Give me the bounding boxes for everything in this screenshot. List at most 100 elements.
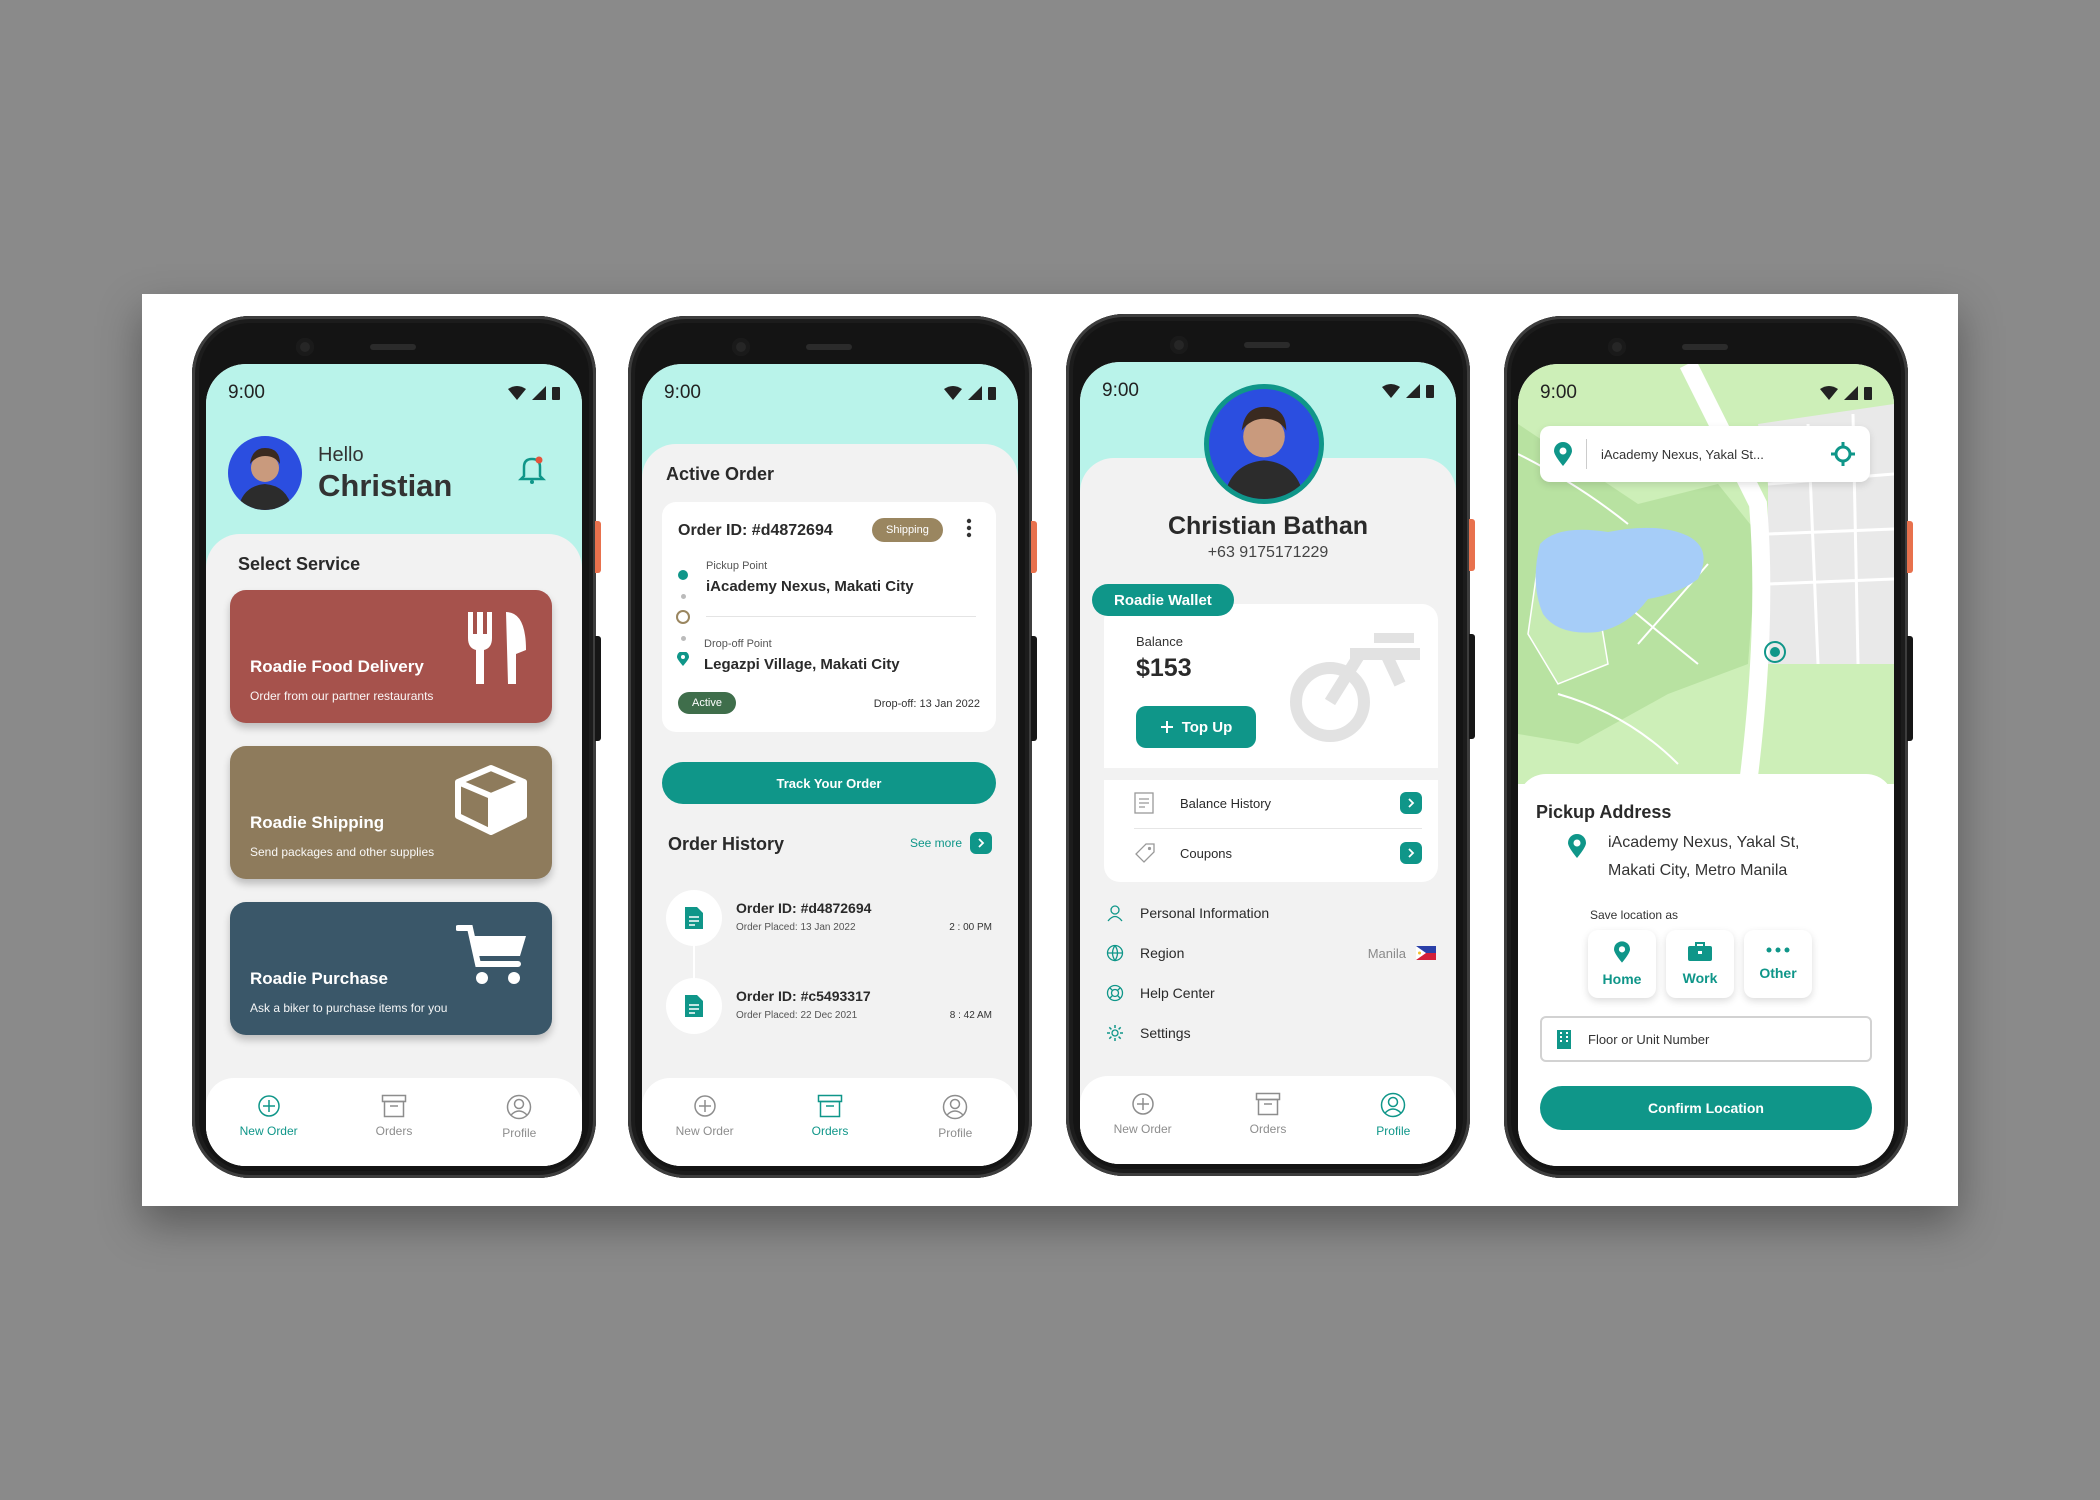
location-search-bar[interactable]: iAcademy Nexus, Yakal St... — [1540, 426, 1870, 482]
service-card-food[interactable]: Roadie Food Delivery Order from our part… — [230, 590, 552, 723]
service-subtitle: Send packages and other supplies — [250, 845, 435, 859]
document-icon — [666, 890, 722, 946]
menu-help-center[interactable]: Help Center — [1106, 984, 1436, 1002]
cart-icon — [456, 925, 526, 984]
nav-profile[interactable]: Profile — [910, 1094, 1000, 1166]
battery-icon — [1426, 385, 1434, 398]
pickup-dot-icon — [678, 570, 688, 580]
save-option-label: Other — [1759, 965, 1797, 981]
menu-label: Settings — [1140, 1025, 1191, 1041]
menu-region[interactable]: Region Manila — [1106, 944, 1436, 962]
lifebuoy-icon — [1106, 984, 1124, 1002]
save-option-label: Work — [1682, 970, 1718, 986]
status-badge: Shipping — [872, 518, 943, 542]
nav-orders[interactable]: Orders — [349, 1094, 439, 1166]
front-camera — [296, 338, 314, 356]
profile-name: Christian Bathan — [1167, 512, 1369, 540]
bell-icon[interactable] — [518, 454, 546, 484]
nav-new-order[interactable]: New Order — [660, 1094, 750, 1166]
service-card-shipping[interactable]: Roadie Shipping Send packages and other … — [230, 746, 552, 879]
nav-profile[interactable]: Profile — [1348, 1092, 1438, 1164]
bottom-nav: New Order Orders Profile — [206, 1078, 582, 1166]
home-screen: 9:00 Hello Christian Select Service Road… — [206, 364, 582, 1166]
map-pin-icon — [677, 652, 689, 666]
save-work-button[interactable]: Work — [1666, 930, 1734, 998]
address-line-1: iAcademy Nexus, Yakal St, — [1608, 834, 1800, 851]
service-title: Roadie Food Delivery — [250, 657, 424, 676]
wifi-icon — [1820, 386, 1838, 400]
section-title: Select Service — [238, 554, 361, 574]
floor-unit-field[interactable]: Floor or Unit Number — [1540, 1016, 1872, 1062]
menu-personal-info[interactable]: Personal Information — [1106, 904, 1436, 922]
wifi-icon — [508, 386, 526, 400]
more-horizontal-icon — [1766, 947, 1790, 953]
nav-new-order[interactable]: New Order — [224, 1094, 314, 1166]
orders-screen: 9:00 Active Order Order ID: #d4872694 Sh… — [642, 364, 1018, 1166]
dropoff-label: Drop-off Point — [704, 638, 772, 650]
location-screen: 9:00 iAcademy Nexus, Yakal St... Pickup … — [1518, 364, 1894, 1166]
front-camera — [1170, 336, 1188, 354]
order-id: Order ID: #d4872694 — [678, 522, 833, 539]
menu-label: Region — [1140, 945, 1185, 961]
status-time: 9:00 — [228, 382, 265, 403]
balance-history-link[interactable]: Balance History — [1134, 792, 1422, 814]
nav-new-order[interactable]: New Order — [1098, 1092, 1188, 1164]
wallet-tab[interactable]: Roadie Wallet — [1092, 584, 1234, 616]
service-card-purchase[interactable]: Roadie Purchase Ask a biker to purchase … — [230, 902, 552, 1035]
track-order-button[interactable]: Track Your Order — [662, 762, 996, 804]
nav-orders[interactable]: Orders — [1223, 1092, 1313, 1164]
nav-label: Profile — [938, 1126, 973, 1140]
bottom-nav: New Order Orders Profile — [642, 1078, 1018, 1166]
history-item[interactable]: Order ID: #d4872694 Order Placed: 13 Jan… — [666, 890, 996, 954]
tag-icon — [1135, 843, 1155, 863]
service-subtitle: Order from our partner restaurants — [250, 689, 434, 703]
save-home-button[interactable]: Home — [1588, 930, 1656, 998]
see-more-link[interactable]: See more — [910, 832, 993, 854]
floor-unit-placeholder: Floor or Unit Number — [1588, 1031, 1710, 1047]
menu-label: Help Center — [1140, 985, 1215, 1001]
nav-label: New Order — [239, 1124, 298, 1138]
battery-icon — [552, 387, 560, 400]
more-vertical-icon[interactable] — [966, 518, 972, 538]
status-bar: 9:00 — [642, 364, 1018, 422]
fork-knife-icon — [468, 612, 526, 684]
menu-settings[interactable]: Settings — [1106, 1024, 1436, 1042]
volume-button — [595, 636, 601, 741]
volume-button — [1907, 636, 1913, 741]
nav-orders[interactable]: Orders — [785, 1094, 875, 1166]
avatar[interactable] — [228, 436, 302, 510]
confirm-location-button[interactable]: Confirm Location — [1540, 1086, 1872, 1130]
nav-label: Profile — [1376, 1124, 1411, 1138]
coupons-link[interactable]: Coupons — [1134, 842, 1422, 864]
balance-value: $153 — [1136, 654, 1192, 682]
user-name: Christian — [318, 468, 453, 503]
active-order-card[interactable]: Order ID: #d4872694 Shipping Pickup Poin… — [662, 502, 996, 732]
crosshair-icon[interactable] — [1830, 441, 1856, 467]
pickup-address: iAcademy Nexus, Makati City — [706, 578, 914, 595]
history-time: 2 : 00 PM — [949, 922, 992, 933]
save-other-button[interactable]: Other — [1744, 930, 1812, 998]
bike-icon — [1290, 633, 1420, 742]
history-time: 8 : 42 AM — [949, 1010, 992, 1021]
top-up-button[interactable]: Top Up — [1136, 706, 1256, 748]
status-bar: 9:00 — [1518, 364, 1894, 422]
nav-label: Orders — [811, 1124, 849, 1138]
speaker — [806, 344, 852, 350]
status-bar: 9:00 — [206, 364, 582, 422]
archive-box-icon — [381, 1094, 407, 1118]
region-value: Manila — [1367, 945, 1406, 961]
user-circle-icon — [507, 1094, 532, 1120]
menu-label: Personal Information — [1140, 905, 1270, 921]
signal-icon — [532, 386, 546, 400]
search-input[interactable]: iAcademy Nexus, Yakal St... — [1601, 447, 1830, 462]
nav-profile[interactable]: Profile — [474, 1094, 564, 1166]
history-order-id: Order ID: #c5493317 — [736, 988, 871, 1004]
signal-icon — [968, 386, 982, 400]
history-item[interactable]: Order ID: #c5493317 Order Placed: 22 Dec… — [666, 978, 996, 1042]
route-dot — [681, 636, 686, 641]
top-up-label: Top Up — [1181, 718, 1233, 736]
gear-icon — [1107, 1025, 1123, 1041]
front-camera — [732, 338, 750, 356]
nav-label: New Order — [675, 1124, 734, 1138]
user-icon — [1107, 905, 1123, 922]
